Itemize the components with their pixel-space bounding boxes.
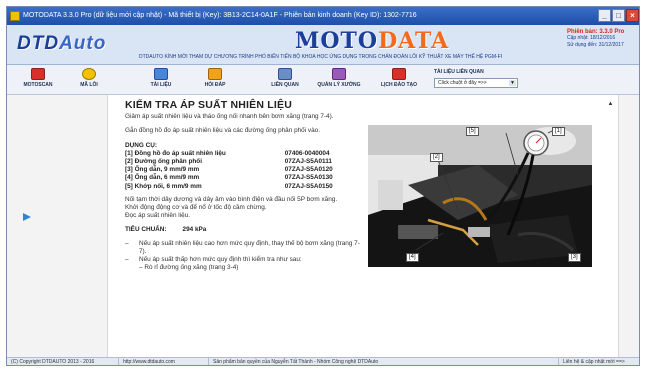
tool-part-number: 07ZAJ-S5A0150 [284,182,333,190]
table-row: [2] Đường ống phân phối 07ZAJ-S5A0111 [125,158,361,166]
question-icon [208,68,222,80]
app-icon [10,11,20,21]
calendar-icon [392,68,406,80]
callout-label: [2] [430,153,443,162]
contact-link[interactable]: Liên hệ & cập nhật mới ==> [559,358,639,365]
paragraph: Khởi động động cơ và để nổ ở tốc độ cầm … [125,204,267,212]
tool-part-number: 07ZAJ-S5A0111 [284,158,332,166]
tool-name: [4] Ống dẫn, 6 mm/9 mm [125,174,200,182]
update-date: Cập nhật: 18/12/2016 [567,35,616,41]
spec-value: 294 kPa [182,226,207,234]
window-controls: _ □ × [598,9,639,22]
window-title: MOTODATA 3.3.0 Pro (dữ liệu mới cập nhật… [23,12,417,19]
content-area: KIỂM TRA ÁP SUẤT NHIÊN LIỆU Giảm áp suất… [7,95,639,357]
title-bar[interactable]: MOTODATA 3.3.0 Pro (dữ liệu mới cập nhật… [7,7,639,25]
chevron-down-icon[interactable]: ▼ [509,80,516,86]
qa-button[interactable]: HỎI ĐÁP [195,68,235,92]
expiry-date: Sử dụng đến: 31/12/2017 [567,42,624,48]
status-bar: (C) Copyright DTDAUTO 2013 - 2016 http:/… [7,357,639,365]
related-docs-label: TÀI LIỆU LIÊN QUAN [434,69,484,75]
error-code-button[interactable]: MÃ LỖI [69,68,109,92]
paragraph: Giảm áp suất nhiên liệu và tháo ống nối … [125,113,334,121]
document-body: KIỂM TRA ÁP SUẤT NHIÊN LIỆU Giảm áp suất… [125,99,361,272]
tool-part-number: 07ZAJ-S5A0130 [284,174,333,182]
link-icon [278,68,292,80]
scanner-icon [31,68,45,80]
app-window: MOTODATA 3.3.0 Pro (dữ liệu mới cập nhật… [6,6,640,366]
training-button[interactable]: LỊCH ĐÀO TẠO [375,68,423,92]
credit-text: Sản phẩm bản quyền của Nguyễn Tất Thành … [209,358,559,365]
callout-label: [3] [568,253,581,262]
spec-line: TIÊU CHUẨN: 294 kPa [125,226,361,234]
callout-label: [4] [406,253,419,262]
maximize-icon[interactable]: □ [612,9,625,22]
warning-light-icon [82,68,96,80]
paragraph: Nối tạm thời dây dương và dây âm vào bìn… [125,195,338,203]
table-row: [4] Ống dẫn, 6 mm/9 mm 07ZAJ-S5A0130 [125,174,361,182]
related-docs-select[interactable]: Click chuột ở đây =>> ▼ [434,78,518,88]
tool-name: [1] Đồng hồ đo áp suất nhiên liệu [125,149,226,157]
list-item: – Nếu áp suất nhiên liệu cao hơn mức quy … [125,239,360,255]
document-icon [154,68,168,80]
tool-part-number: 07406-0040004 [284,149,330,157]
minimize-icon[interactable]: _ [598,9,611,22]
scroll-up-icon[interactable]: ▲ [607,101,614,107]
tool-part-number: 07ZAJ-S5A0120 [284,166,333,174]
related-button[interactable]: LIÊN QUAN [263,68,307,92]
header-tagline: DTDAUTO KÍNH MỜI THAM DỰ CHƯƠNG TRÌNH PH… [139,54,503,60]
paragraph: Đọc áp suất nhiên liệu. [125,212,191,220]
main-toolbar: MOTOSCAN MÃ LỖI TÀI LIỆU HỎI ĐÁP LIÊN QU… [7,65,639,95]
table-row: [5] Khớp nối, 6 mm/9 mm 07ZAJ-S5A0150 [125,183,361,191]
website-link[interactable]: http://www.dtdauto.com [119,358,209,365]
close-icon[interactable]: × [626,9,639,22]
dtdauto-logo: DTDAuto [17,33,107,54]
copyright-text: (C) Copyright DTDAUTO 2013 - 2016 [7,358,119,365]
motodata-logo: MOTODATA [295,28,450,54]
version-info: Phiên bản: 3.3.0 Pro Cập nhật: 18/12/201… [567,29,631,49]
tool-name: [2] Đường ống phân phối [125,158,202,166]
engine-photo-illustration [368,125,592,267]
app-header: DTDAuto MOTODATA DTDAUTO KÍNH MỜI THAM D… [7,25,639,65]
workshop-button[interactable]: QUẢN LÝ XƯỞNG [313,68,365,92]
paragraph: Gắn đồng hồ đo áp suất nhiên liệu và các… [125,127,321,135]
tool-name: [5] Khớp nối, 6 mm/9 mm [125,182,202,190]
callout-label: [1] [552,127,565,136]
callout-label: [5] [466,127,479,136]
tools-table: [1] Đồng hồ đo áp suất nhiên liệu 07406-0… [125,150,361,191]
arrow-right-icon[interactable] [23,213,31,221]
tools-heading: DỤNG CỤ: [125,141,157,149]
spec-label: TIÊU CHUẨN: [125,226,167,234]
fuel-pressure-test-photo: [1] [2] [3] [4] [5] [368,125,592,267]
vertical-scrollbar[interactable]: ▲ [607,101,614,351]
motoscan-button[interactable]: MOTOSCAN [15,68,61,92]
table-row: [1] Đồng hồ đo áp suất nhiên liệu 07406-0… [125,150,361,158]
page-title: KIỂM TRA ÁP SUẤT NHIÊN LIỆU [125,99,292,111]
workshop-icon [332,68,346,80]
list-sub-item: – Rò rỉ đường ống xăng (trang 3-4) [139,264,239,272]
documents-button[interactable]: TÀI LIỆU [141,68,181,92]
document-page: KIỂM TRA ÁP SUẤT NHIÊN LIỆU Giảm áp suất… [107,95,619,357]
